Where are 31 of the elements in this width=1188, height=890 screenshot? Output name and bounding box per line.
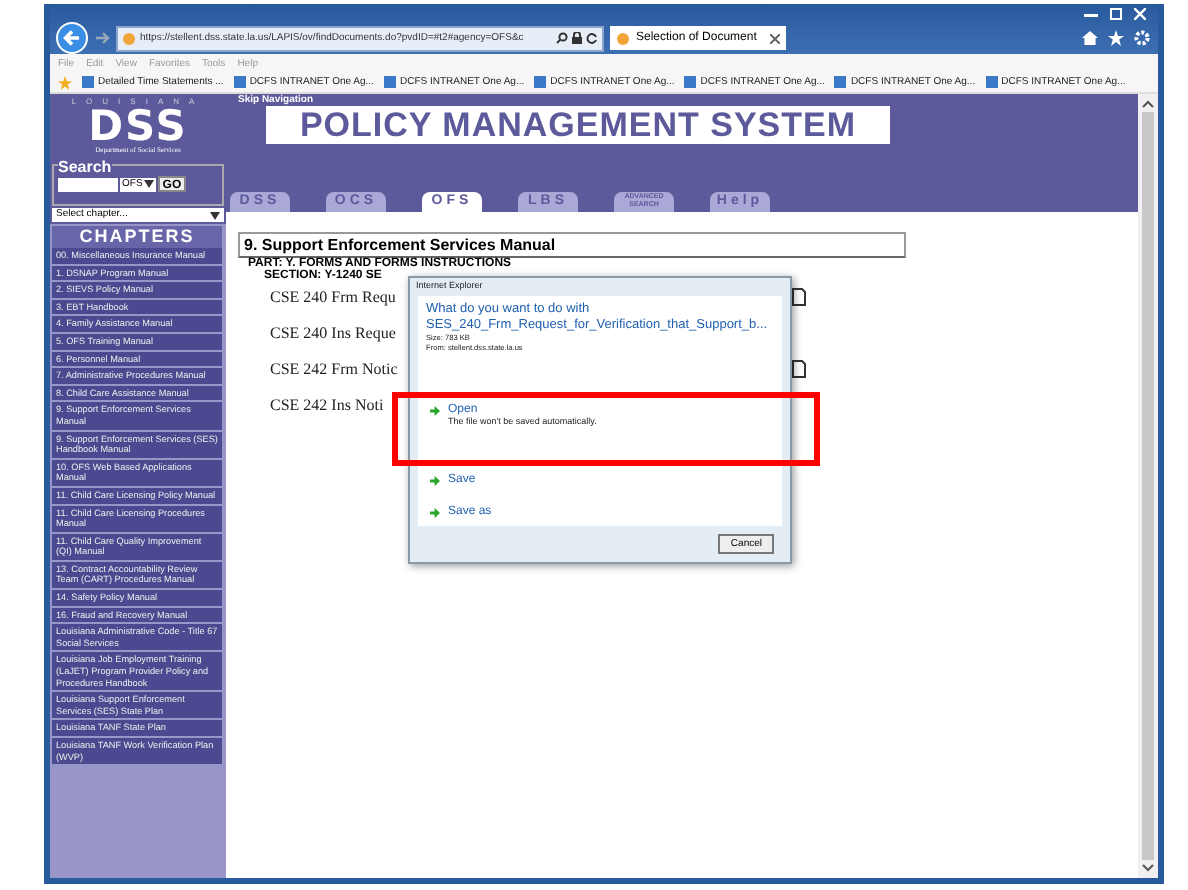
search-label: Search [58,158,112,176]
minimize-icon[interactable] [1084,8,1098,18]
title-banner: POLICY MANAGEMENT SYSTEM [266,106,890,144]
lock-icon [572,32,582,44]
close-icon[interactable] [770,33,780,43]
arrow-icon [430,507,440,517]
forward-icon[interactable] [94,30,110,46]
scroll-up-icon[interactable] [1142,100,1154,108]
document-link[interactable]: CSE 240 Frm Requ [270,288,396,306]
star-icon[interactable] [1108,30,1124,46]
maximize-icon[interactable] [1110,8,1122,20]
star-icon[interactable] [58,75,72,89]
arrow-icon [430,475,440,485]
search-field[interactable] [58,177,118,191]
document-link[interactable]: CSE 242 Frm Notic [270,360,398,378]
manual-heading: 9. Support Enforcement Services Manual [238,232,906,258]
refresh-icon[interactable] [586,32,598,44]
scroll-thumb[interactable] [1142,112,1154,860]
arrow-icon [430,405,440,415]
home-icon[interactable] [1082,30,1098,46]
logo-text: DSS [88,106,188,146]
document-link[interactable]: CSE 242 Ins Noti [270,396,384,414]
document-link[interactable]: CSE 240 Ins Reque [270,324,396,342]
back-button[interactable] [56,22,88,54]
search-icon[interactable] [556,32,568,44]
chapters-heading: CHAPTERS [52,226,222,248]
settings-icon[interactable] [1134,30,1150,46]
caret-icon [210,211,220,219]
caret-icon [144,180,155,188]
scrollbar[interactable] [1138,94,1158,878]
scroll-down-icon[interactable] [1142,864,1154,872]
